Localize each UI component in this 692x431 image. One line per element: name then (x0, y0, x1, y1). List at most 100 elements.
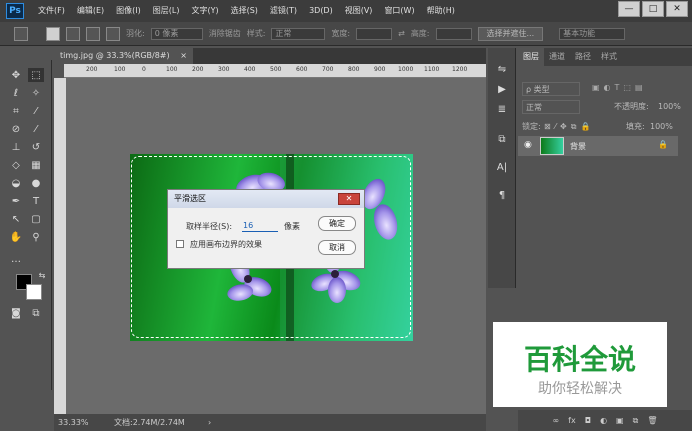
ruler-tick: 900 (374, 66, 386, 73)
background-color-swatch[interactable] (26, 284, 42, 300)
actions-panel-icon[interactable]: ▶ (494, 84, 510, 98)
vertical-ruler (54, 78, 66, 414)
style-select[interactable]: 正常 (271, 27, 326, 40)
properties-panel-icon[interactable]: ≣ (494, 104, 510, 118)
clone-source-panel-icon[interactable]: ⧉ (494, 134, 510, 148)
type-tool-icon[interactable]: T (28, 194, 44, 208)
document-tab[interactable]: timg.jpg @ 33.3%(RGB/8#) × (54, 48, 193, 64)
intersect-selection-icon[interactable] (106, 26, 120, 41)
character-panel-icon[interactable]: A| (494, 162, 510, 176)
feather-input[interactable]: 0 像素 (150, 27, 203, 40)
tab-styles[interactable]: 样式 (596, 48, 622, 66)
menu-edit[interactable]: 编辑(E) (71, 0, 110, 22)
new-selection-icon[interactable] (46, 26, 60, 41)
history-panel-icon[interactable]: ⇋ (494, 64, 510, 78)
swap-colors-icon[interactable]: ⇆ (34, 268, 50, 282)
select-and-mask-button[interactable]: 选择并遮住... (477, 26, 544, 41)
dialog-titlebar[interactable]: 平滑选区 ✕ (168, 190, 364, 208)
layer-row-background[interactable]: ◉ 背景 🔒 (518, 136, 678, 156)
gradient-tool-icon[interactable]: ▦ (28, 158, 44, 172)
zoom-level[interactable]: 33.33% (58, 414, 89, 431)
canvas-bounds-checkbox[interactable] (176, 240, 184, 248)
quick-mask-icon[interactable]: ◙ (8, 306, 24, 320)
height-label: 高度: (410, 29, 430, 38)
dodge-tool-icon[interactable]: ● (28, 176, 44, 190)
photoshop-logo: Ps (6, 3, 24, 19)
menu-filter[interactable]: 滤镜(T) (264, 0, 303, 22)
menu-help[interactable]: 帮助(H) (421, 0, 461, 22)
link-layers-icon[interactable]: ∞ (553, 416, 560, 425)
zoom-tool-icon[interactable]: ⚲ (28, 230, 44, 244)
antialias-checkbox[interactable]: 消除锯齿 (209, 28, 241, 39)
visibility-eye-icon[interactable]: ◉ (524, 140, 532, 150)
ruler-tick: 100 (166, 66, 178, 73)
eyedropper-tool-icon[interactable]: ⁄ (28, 104, 44, 118)
tab-paths[interactable]: 路径 (570, 48, 596, 66)
ruler-tick: 0 (142, 66, 146, 73)
crop-tool-icon[interactable]: ⌗ (8, 104, 24, 118)
marquee-preset-icon[interactable] (14, 26, 28, 41)
menu-select[interactable]: 选择(S) (225, 0, 264, 22)
tools-panel: ✥ ⬚ ℓ ✧ ⌗ ⁄ ⊘ ⁄ ⊥ ↺ ◇ ▦ ◒ ● ✒ T ↖ ▢ ✋ ⚲ … (0, 60, 52, 390)
workspace-select[interactable]: 基本功能 (559, 27, 626, 40)
menu-view[interactable]: 视图(V) (339, 0, 379, 22)
lock-icons[interactable]: ⊠⁄✥⧉🔒 (544, 120, 594, 134)
menu-image[interactable]: 图像(I) (110, 0, 147, 22)
marquee-tool-icon[interactable]: ⬚ (28, 68, 44, 82)
lasso-tool-icon[interactable]: ℓ (8, 86, 24, 100)
cancel-button[interactable]: 取消 (318, 240, 356, 255)
magic-wand-tool-icon[interactable]: ✧ (28, 86, 44, 100)
ok-button[interactable]: 确定 (318, 216, 356, 231)
height-input[interactable] (435, 27, 472, 40)
ruler-tick: 1000 (398, 66, 414, 73)
subtract-selection-icon[interactable] (86, 26, 100, 41)
fill-value[interactable]: 100% (650, 120, 673, 134)
blend-mode-select[interactable]: 正常 (522, 100, 580, 114)
close-window-button[interactable]: ✕ (666, 1, 688, 17)
minimize-button[interactable]: — (618, 1, 640, 17)
opacity-value[interactable]: 100% (658, 100, 681, 114)
delete-layer-icon[interactable]: 🗑 (647, 416, 657, 425)
move-tool-icon[interactable]: ✥ (8, 68, 24, 82)
tab-layers[interactable]: 图层 (518, 48, 544, 66)
watermark-overlay: 百科全说 助你轻松解决 (493, 322, 667, 407)
menu-file[interactable]: 文件(F) (32, 0, 71, 22)
path-selection-tool-icon[interactable]: ↖ (8, 212, 24, 226)
layer-filter-icons[interactable]: ▣◐T⬚▤ (592, 83, 647, 92)
healing-brush-tool-icon[interactable]: ⊘ (8, 122, 24, 136)
clone-stamp-tool-icon[interactable]: ⊥ (8, 140, 24, 154)
adjustment-layer-icon[interactable]: ◐ (600, 416, 607, 425)
tab-channels[interactable]: 通道 (544, 48, 570, 66)
new-group-icon[interactable]: ▣ (616, 416, 624, 425)
screen-mode-icon[interactable]: ⧉ (28, 306, 44, 320)
add-mask-icon[interactable]: ◘ (585, 416, 591, 425)
dialog-close-button[interactable]: ✕ (338, 193, 360, 205)
status-arrow-icon[interactable]: › (208, 414, 211, 431)
layer-kind-filter[interactable]: ρ 类型 (522, 82, 580, 96)
more-tools-icon[interactable]: … (8, 252, 24, 266)
pen-tool-icon[interactable]: ✒ (8, 194, 24, 208)
layer-name[interactable]: 背景 (570, 141, 586, 152)
paragraph-panel-icon[interactable]: ¶ (494, 190, 510, 204)
menu-layer[interactable]: 图层(L) (147, 0, 186, 22)
add-selection-icon[interactable] (66, 26, 80, 41)
menu-3d[interactable]: 3D(D) (303, 0, 339, 22)
new-layer-icon[interactable]: ⧉ (633, 416, 639, 426)
menu-window[interactable]: 窗口(W) (378, 0, 420, 22)
history-brush-tool-icon[interactable]: ↺ (28, 140, 44, 154)
watermark-title: 百科全说 (523, 343, 636, 376)
eraser-tool-icon[interactable]: ◇ (8, 158, 24, 172)
swap-icon[interactable]: ⇄ (398, 29, 405, 38)
brush-tool-icon[interactable]: ⁄ (28, 122, 44, 136)
blur-tool-icon[interactable]: ◒ (8, 176, 24, 190)
close-tab-icon[interactable]: × (180, 51, 187, 60)
width-input[interactable] (356, 27, 393, 40)
hand-tool-icon[interactable]: ✋ (8, 230, 24, 244)
options-bar: 羽化: 0 像素 消除锯齿 样式: 正常 宽度: ⇄ 高度: 选择并遮住... … (0, 22, 692, 46)
menu-type[interactable]: 文字(Y) (185, 0, 224, 22)
ruler-tick: 400 (244, 66, 256, 73)
sample-radius-input[interactable]: 16 (242, 219, 278, 232)
shape-tool-icon[interactable]: ▢ (28, 212, 44, 226)
restore-button[interactable]: □ (642, 1, 664, 17)
layer-effects-icon[interactable]: fx (568, 416, 576, 425)
